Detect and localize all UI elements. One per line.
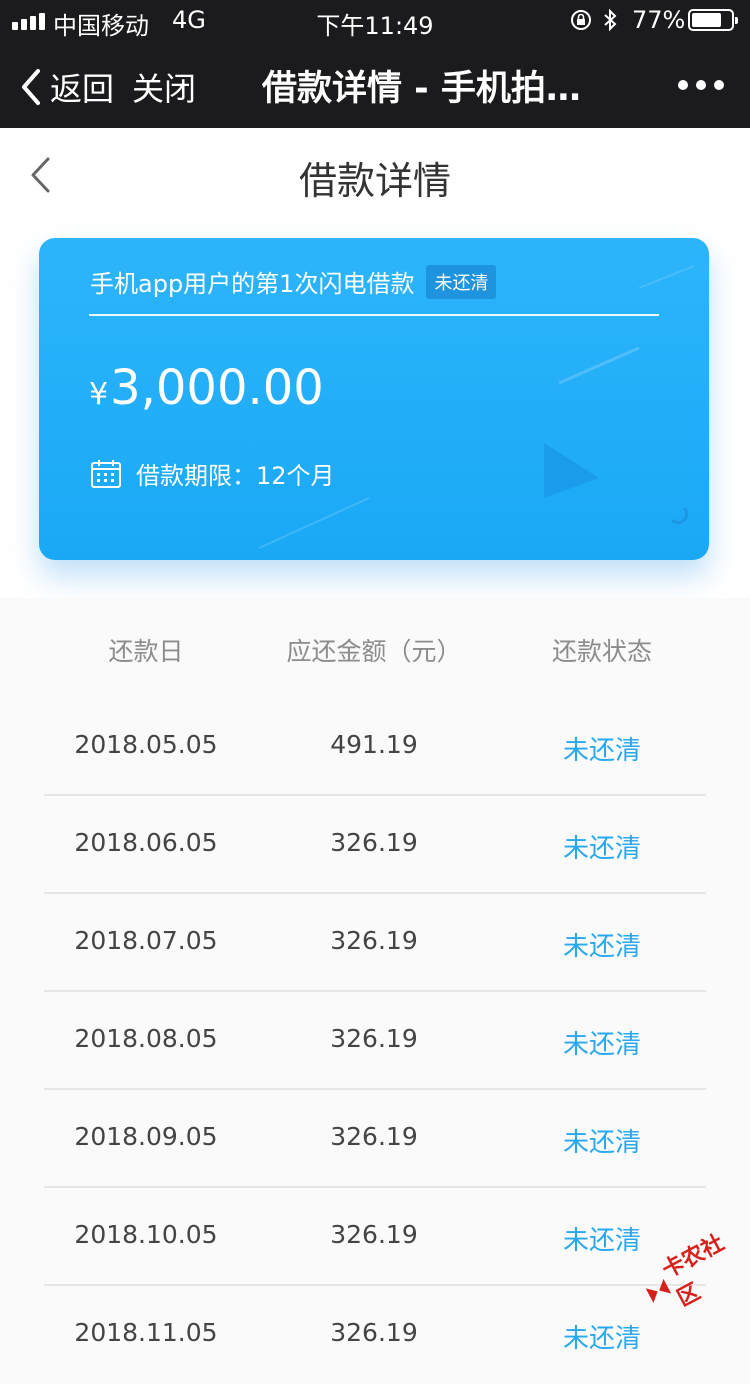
repay-amount: 326.19	[330, 1318, 418, 1347]
battery-icon	[688, 9, 738, 31]
card-divider	[89, 314, 659, 316]
page-header: 借款详情	[0, 128, 750, 220]
page-title: 借款详情	[298, 159, 451, 203]
loan-card: 手机app用户的第1次闪电借款 未还清 ¥ 3,000.00 借款期限：12个月	[39, 238, 709, 560]
card-title-row: 手机app用户的第1次闪电借款 未还清	[90, 264, 497, 299]
repay-date: 2018.09.05	[74, 1122, 218, 1151]
repay-status[interactable]: 未还清	[502, 828, 702, 865]
wechat-nav-bar: 返回 关闭 借款详情 - 手机拍…	[0, 40, 750, 128]
repay-status[interactable]: 未还清	[502, 926, 702, 963]
repay-date: 2018.06.05	[74, 828, 218, 857]
repay-amount: 326.19	[330, 1122, 418, 1151]
repay-status[interactable]: 未还清	[502, 1122, 702, 1159]
table-row: 2018.11.05 326.19 未还清	[0, 1286, 750, 1384]
more-options-icon[interactable]	[678, 80, 724, 90]
loan-title: 手机app用户的第1次闪电借款	[90, 270, 415, 298]
calendar-icon	[91, 459, 121, 488]
header-amount-due: 应还金额（元）	[286, 637, 462, 666]
repay-amount: 326.19	[330, 828, 418, 857]
currency-symbol: ¥	[89, 377, 109, 412]
table-row: 2018.06.05 326.19 未还清	[0, 796, 750, 894]
table-row: 2018.07.05 326.19 未还清	[0, 894, 750, 992]
repay-date: 2018.08.05	[74, 1024, 218, 1053]
loan-term: 借款期限：12个月	[136, 462, 335, 490]
table-row: 2018.08.05 326.19 未还清	[0, 992, 750, 1090]
loan-card-section: 手机app用户的第1次闪电借款 未还清 ¥ 3,000.00 借款期限：12个月	[0, 220, 750, 598]
header-repay-date: 还款日	[108, 637, 184, 666]
table-row: 2018.05.05 491.19 未还清	[0, 698, 750, 796]
repay-amount: 326.19	[330, 926, 418, 955]
loan-term-row: 借款期限：12个月	[90, 456, 335, 491]
wechat-page-title: 借款详情 - 手机拍…	[262, 69, 581, 109]
header-repay-status: 还款状态	[551, 637, 652, 666]
chevron-left-icon	[22, 69, 40, 105]
wechat-close-button[interactable]: 关闭	[132, 64, 196, 110]
repay-date: 2018.05.05	[74, 730, 218, 759]
bluetooth-icon	[604, 8, 617, 32]
loan-status-badge: 未还清	[426, 264, 497, 299]
wechat-back-label: 返回	[50, 70, 115, 108]
repay-date: 2018.11.05	[74, 1318, 218, 1347]
repayment-table-header: 还款日 应还金额（元） 还款状态	[0, 598, 750, 698]
repay-amount: 326.19	[330, 1220, 418, 1249]
loan-amount-value: 3,000.00	[110, 360, 324, 416]
wechat-back-button[interactable]: 返回	[20, 64, 114, 110]
repay-amount: 491.19	[330, 730, 418, 759]
repay-date: 2018.10.05	[74, 1220, 218, 1249]
repay-amount: 326.19	[330, 1024, 418, 1053]
repay-status[interactable]: 未还清	[502, 730, 702, 767]
repay-date: 2018.07.05	[74, 926, 218, 955]
battery-percent: 77%	[632, 6, 686, 34]
repay-status[interactable]: 未还清	[502, 1024, 702, 1061]
loan-amount: ¥ 3,000.00	[89, 360, 324, 416]
rotation-lock-icon	[571, 10, 591, 30]
status-bar: 中国移动 4G 下午11:49 77%	[0, 0, 750, 40]
table-row: 2018.09.05 326.19 未还清	[0, 1090, 750, 1188]
